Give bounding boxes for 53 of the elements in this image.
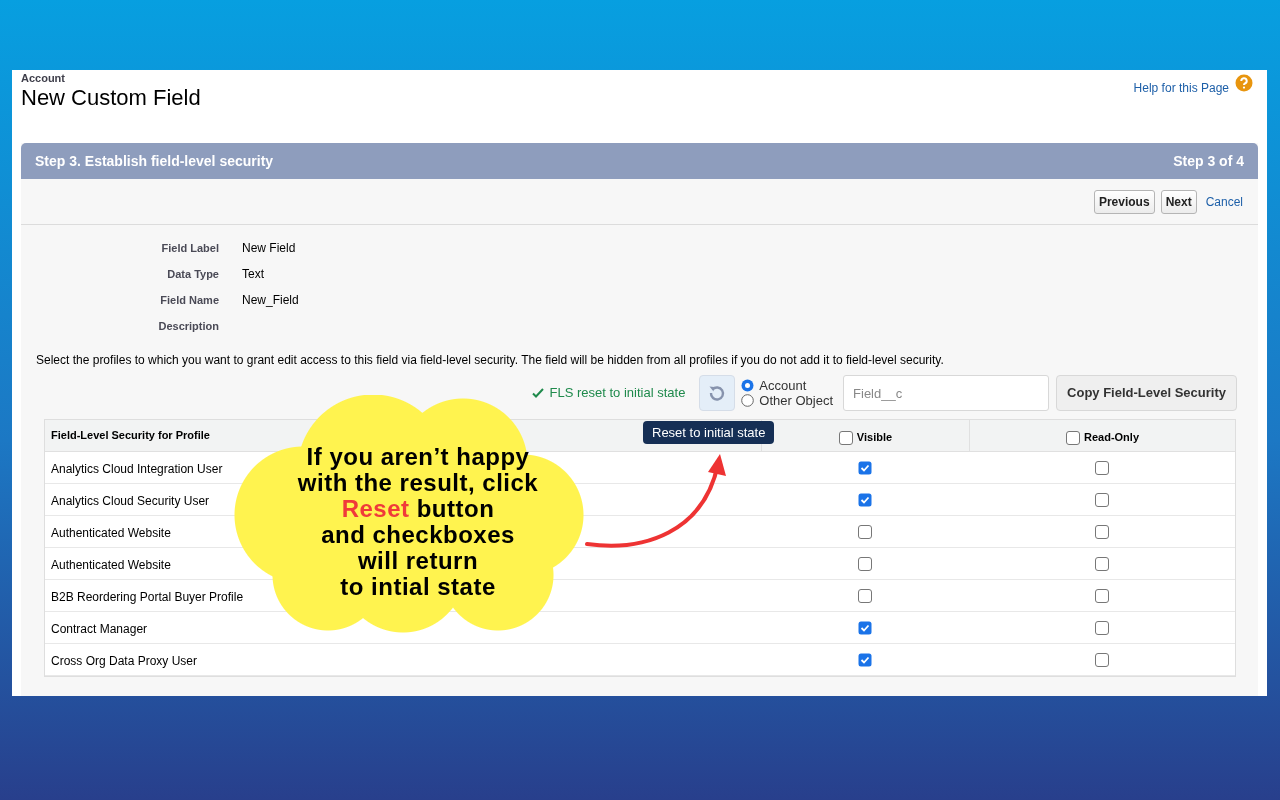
visible-checkbox[interactable]: [858, 492, 872, 507]
cancel-link[interactable]: Cancel: [1205, 192, 1243, 211]
reset-button[interactable]: [699, 375, 736, 411]
read-only-checkbox[interactable]: [1095, 588, 1109, 603]
column-header: Read-Only: [1084, 430, 1139, 446]
field-label: Data Type: [167, 267, 219, 280]
instructions-text: Select the profiles to which you want to grant edit access to this field via field-level security. The field will be hidden from all profiles if you do not add it to field-level security.: [36, 352, 945, 369]
visible-checkbox[interactable]: [858, 556, 872, 571]
field-value: New Field: [242, 240, 296, 257]
profile-name: Authenticated Website: [51, 525, 171, 540]
object-label: Account: [21, 72, 66, 84]
radio-button[interactable]: [741, 394, 755, 407]
read-only-checkbox[interactable]: [1095, 556, 1109, 571]
field-value: Text: [242, 266, 264, 283]
column-header: Field-Level Security for Profile: [51, 428, 210, 444]
radio-option[interactable]: Other Object: [741, 393, 834, 408]
copy-fls-button[interactable]: Copy Field-Level Security: [1056, 375, 1237, 411]
read-only-checkbox[interactable]: [1095, 524, 1109, 539]
profile-name: Authenticated Website: [51, 557, 171, 572]
checkmark-icon: [531, 387, 544, 399]
visible-checkbox[interactable]: [858, 620, 872, 635]
read-only-checkbox[interactable]: [1095, 652, 1109, 667]
profile-name: Analytics Cloud Integration User: [51, 461, 223, 476]
field-value: New_Field: [242, 292, 299, 309]
tooltip: Reset to initial state: [643, 421, 775, 444]
page-title: New Custom Field: [21, 84, 201, 112]
status-message: FLS reset to initial state: [549, 384, 686, 403]
profile-name: Contract Manager: [51, 621, 148, 636]
step-title: Step 3. Establish field-level security: [35, 151, 274, 171]
nav-button[interactable]: Previous: [1093, 189, 1155, 214]
field-label: Description: [158, 319, 219, 332]
visible-checkbox[interactable]: [858, 524, 872, 539]
read-only-checkbox[interactable]: [1095, 492, 1109, 507]
profile-name: B2B Reordering Portal Buyer Profile: [51, 589, 244, 604]
field-input[interactable]: Field__c: [843, 375, 1050, 411]
nav-button[interactable]: Next: [1160, 189, 1197, 214]
help-icon: [1235, 73, 1253, 92]
step-counter: Step 3 of 4: [1173, 151, 1244, 171]
field-label: Field Name: [160, 293, 219, 306]
column-header: Visible: [856, 430, 893, 446]
profile-name: Analytics Cloud Security User: [51, 493, 210, 508]
visible-checkbox[interactable]: [858, 588, 872, 603]
radio-button[interactable]: [741, 379, 755, 392]
read-only-checkbox[interactable]: [1095, 620, 1109, 635]
visible-checkbox[interactable]: [858, 652, 872, 667]
header-checkbox[interactable]: [838, 430, 853, 445]
help-link[interactable]: Help for this Page: [1133, 78, 1229, 97]
field-label: Field Label: [161, 241, 219, 254]
profile-name: Cross Org Data Proxy User: [51, 653, 198, 668]
visible-checkbox[interactable]: [858, 460, 872, 475]
header-checkbox[interactable]: [1066, 430, 1080, 445]
read-only-checkbox[interactable]: [1095, 460, 1109, 475]
radio-option[interactable]: Account: [741, 378, 834, 393]
